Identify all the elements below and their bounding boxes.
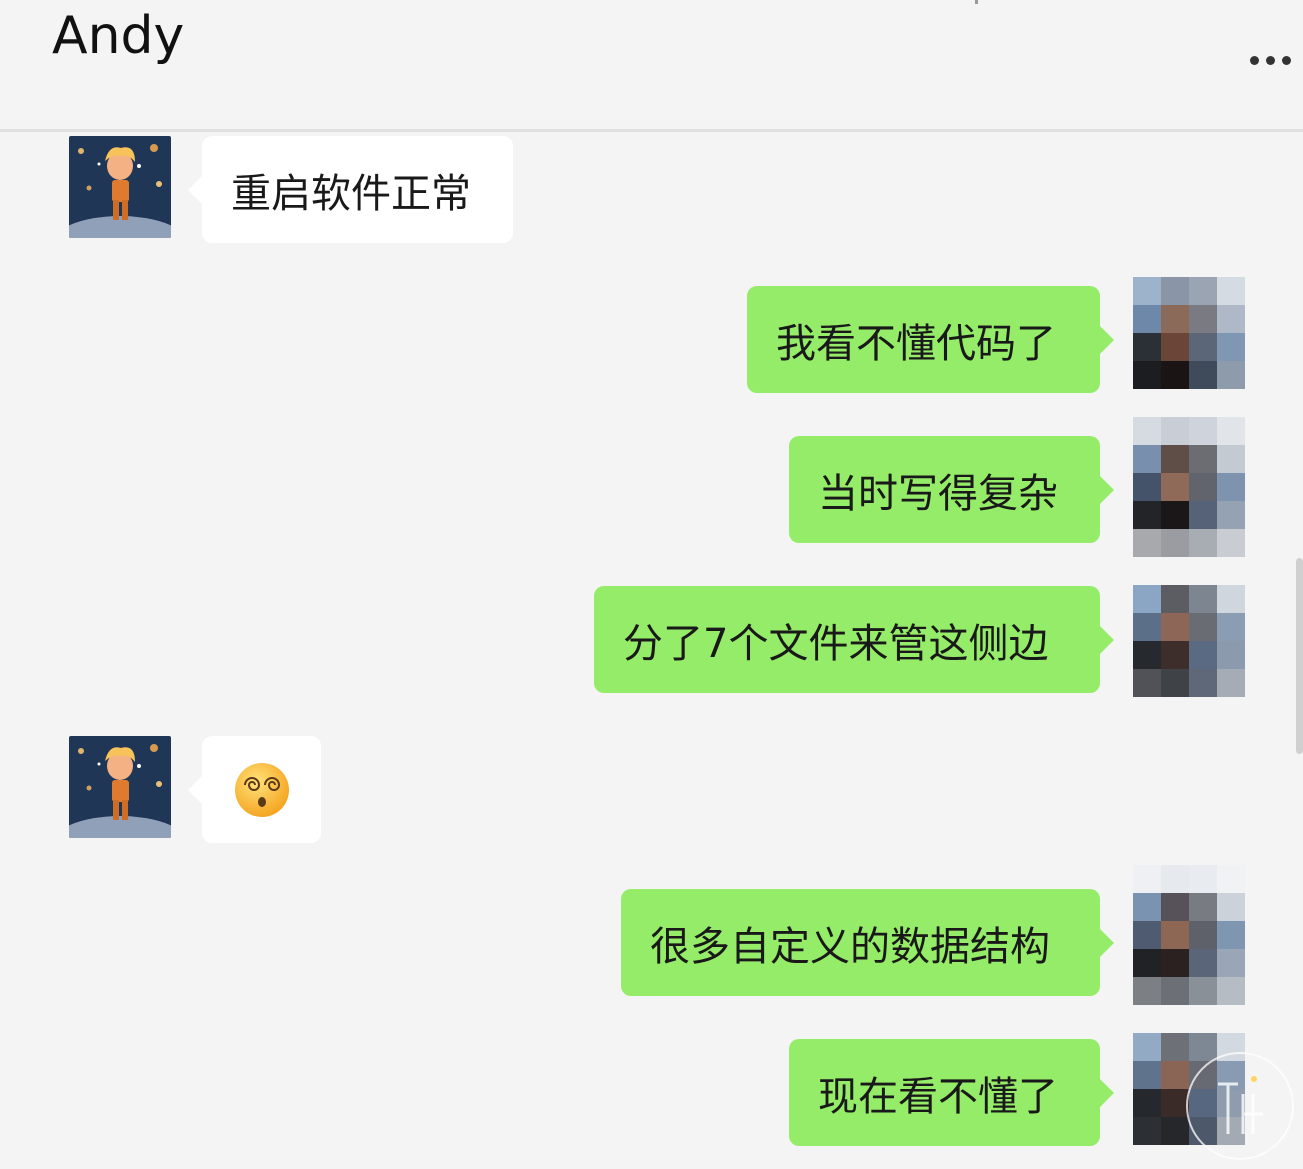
message-bubble-outgoing[interactable]: 分了7个文件来管这侧边 (594, 586, 1114, 693)
message-text: 我看不懂代码了 (776, 320, 1056, 367)
message-text: 分了7个文件来管这侧边 (623, 620, 1049, 667)
message-text: 重启软件正常 (231, 170, 471, 217)
ellipsis-icon[interactable] (1250, 56, 1291, 65)
message-text: 很多自定义的数据结构 (650, 923, 1050, 970)
message-bubble-outgoing[interactable]: 很多自定义的数据结构 (621, 889, 1114, 996)
message-bubble-outgoing[interactable]: 当时写得复杂 (789, 436, 1114, 543)
message-text: 现在看不懂了 (818, 1073, 1058, 1120)
chat-window: Andy 重启软件正常 我看不懂代码了 当时写得复杂 分了7个文件来管这侧边 很… (0, 0, 1303, 1169)
scrollbar[interactable] (1296, 558, 1303, 754)
my-avatar[interactable] (1133, 417, 1245, 557)
my-avatar[interactable] (1133, 277, 1245, 389)
message-bubble-outgoing[interactable]: 我看不懂代码了 (747, 286, 1114, 393)
message-bubble-incoming[interactable]: 重启软件正常 (188, 136, 513, 243)
face-with-spiral-eyes-icon (234, 762, 289, 817)
chat-header: Andy (0, 0, 1303, 132)
contact-avatar[interactable] (69, 136, 171, 238)
message-bubble-incoming[interactable]: 😵‍💫 (188, 736, 321, 843)
my-avatar[interactable] (1133, 585, 1245, 697)
message-bubble-outgoing[interactable]: 现在看不懂了 (789, 1039, 1114, 1146)
my-avatar[interactable] (1133, 865, 1245, 1005)
message-text: 当时写得复杂 (818, 470, 1058, 517)
contact-avatar[interactable] (69, 736, 171, 838)
watermark-logo (1186, 1052, 1294, 1160)
header-divider-mark (975, 0, 978, 4)
contact-name[interactable]: Andy (52, 6, 184, 66)
